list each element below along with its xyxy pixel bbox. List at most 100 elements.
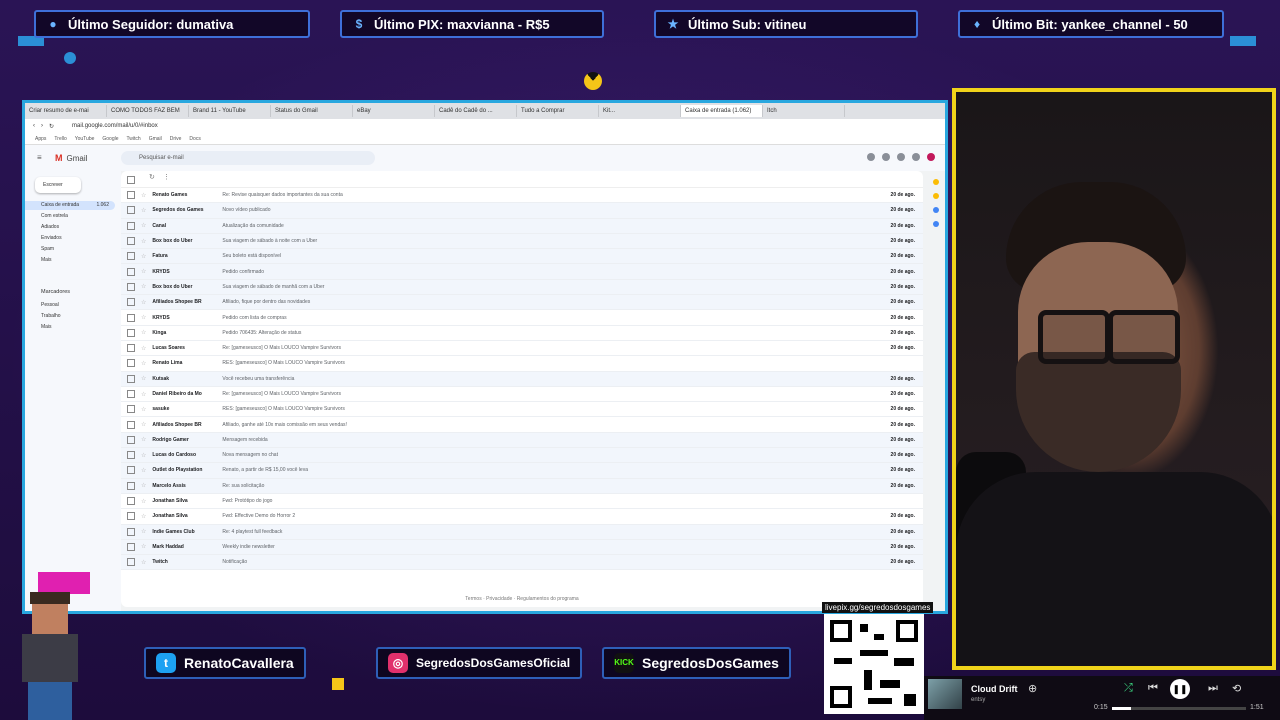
- table-row[interactable]: ☆ Box box do Uber Sua viagem de sábado de …: [121, 279, 923, 296]
- reload-icon[interactable]: ↻: [49, 123, 54, 130]
- table-row[interactable]: ☆ Twitch Notificação 20 de ago.: [121, 555, 923, 571]
- row-checkbox[interactable]: [127, 221, 135, 230]
- row-checkbox[interactable]: [127, 359, 135, 368]
- forward-icon[interactable]: ›: [41, 123, 43, 129]
- next-icon[interactable]: ⏭: [1208, 682, 1218, 695]
- row-checkbox[interactable]: [127, 328, 135, 337]
- table-row[interactable]: ☆ Lucas Soares Re: [gameseusco] O Mais LOU…: [121, 341, 923, 357]
- browser-tab[interactable]: Brand 11 - YouTube: [189, 105, 271, 117]
- compose-button[interactable]: Escrever: [35, 177, 81, 193]
- table-row[interactable]: ☆ Renato Games Re: Revise quaisquer dados …: [121, 188, 923, 204]
- previous-icon[interactable]: ⏮: [1148, 682, 1158, 695]
- star-icon[interactable]: ☆: [141, 543, 146, 550]
- table-row[interactable]: ☆ Fatura Seu boleto está disponível 20 de a…: [121, 249, 923, 265]
- row-checkbox[interactable]: [127, 282, 135, 291]
- row-checkbox[interactable]: [127, 298, 135, 307]
- row-checkbox[interactable]: [127, 313, 135, 322]
- browser-tab[interactable]: Status do Gmail: [271, 105, 353, 117]
- star-icon[interactable]: ☆: [141, 559, 146, 566]
- row-checkbox[interactable]: [127, 420, 135, 429]
- table-row[interactable]: ☆ Lucas do Cardoso Nova mensagem no chat 20…: [121, 448, 923, 464]
- sidebar-label[interactable]: Trabalho: [25, 312, 115, 321]
- row-checkbox[interactable]: [127, 558, 135, 567]
- row-checkbox[interactable]: [127, 191, 135, 200]
- shuffle-icon[interactable]: ⤮: [1124, 682, 1133, 695]
- row-checkbox[interactable]: [127, 481, 135, 490]
- star-icon[interactable]: ☆: [141, 283, 146, 290]
- table-row[interactable]: ☆ Kutsak Você recebeu uma transferência 20 …: [121, 371, 923, 387]
- sidebar-item-starred[interactable]: Com estrela: [25, 212, 115, 221]
- bookmark-item[interactable]: Apps: [35, 136, 46, 142]
- sidebar-label[interactable]: Pessoal: [25, 301, 115, 310]
- gmail-logo[interactable]: M Gmail: [55, 153, 87, 163]
- help-icon[interactable]: [867, 153, 875, 161]
- bookmark-item[interactable]: YouTube: [75, 136, 95, 142]
- sidebar-item-spam[interactable]: Spam: [25, 245, 115, 254]
- star-icon[interactable]: ☆: [141, 222, 146, 229]
- table-row[interactable]: ☆ KRYDS Pedido com lista de compras 20 de a…: [121, 310, 923, 326]
- bookmark-item[interactable]: Twitch: [127, 136, 141, 142]
- row-checkbox[interactable]: [127, 451, 135, 460]
- star-icon[interactable]: ☆: [141, 207, 146, 214]
- url-text[interactable]: mail.google.com/mail/u/0/#inbox: [72, 123, 158, 129]
- star-icon[interactable]: ☆: [141, 391, 146, 398]
- table-row[interactable]: ☆ Afiliados Shopee BR Afiliado, ganhe até …: [121, 417, 923, 433]
- avatar[interactable]: [927, 153, 935, 161]
- row-checkbox[interactable]: [127, 344, 135, 353]
- sidebar-item-more[interactable]: Mais: [25, 256, 115, 265]
- row-checkbox[interactable]: [127, 252, 135, 261]
- star-icon[interactable]: ☆: [141, 268, 146, 275]
- star-icon[interactable]: ☆: [141, 421, 146, 428]
- browser-tab[interactable]: Cadê do Cadê do ...: [435, 105, 517, 117]
- star-icon[interactable]: ☆: [141, 452, 146, 459]
- star-icon[interactable]: ☆: [141, 375, 146, 382]
- table-row[interactable]: ☆ Box box do Uber Sua viagem de sábado à n…: [121, 233, 923, 250]
- row-checkbox[interactable]: [127, 206, 135, 215]
- sidebar-item-snoozed[interactable]: Adiados: [25, 223, 115, 232]
- address-bar[interactable]: ‹ › ↻ mail.google.com/mail/u/0/#inbox: [25, 119, 945, 133]
- table-row[interactable]: ☆ Afiliados Shopee BR Afiliado, fique por …: [121, 295, 923, 311]
- browser-tab[interactable]: Tudo a Comprar: [517, 105, 599, 117]
- progress-bar[interactable]: [1112, 707, 1246, 710]
- star-icon[interactable]: ☆: [141, 253, 146, 260]
- row-checkbox[interactable]: [127, 267, 135, 276]
- table-row[interactable]: ☆ sasuke RES: [gameseusco] O Mais LOUCO Va…: [121, 402, 923, 418]
- table-row[interactable]: ☆ Renato Lima RES: [gameseusco] O Mais LOU…: [121, 356, 923, 372]
- table-row[interactable]: ☆ Mark Haddad Weekly indie newsletter 20 de…: [121, 539, 923, 556]
- back-icon[interactable]: ‹: [33, 123, 35, 129]
- table-row[interactable]: ☆ Rodrigo Gamer Mensagem recebida 20 de ago…: [121, 432, 923, 449]
- bookmark-item[interactable]: Gmail: [149, 136, 162, 142]
- more-icon[interactable]: ⋮: [163, 173, 170, 181]
- row-checkbox[interactable]: [127, 374, 135, 383]
- star-icon[interactable]: ☆: [141, 436, 146, 443]
- browser-tab[interactable]: Criar resumo de e-mai: [25, 105, 107, 117]
- bookmark-item[interactable]: Docs: [189, 136, 200, 142]
- row-checkbox[interactable]: [127, 237, 135, 246]
- table-row[interactable]: ☆ Kinga Pedido 706435: Alteração de status…: [121, 326, 923, 341]
- add-icon[interactable]: ⊕: [1028, 682, 1037, 695]
- sidebar-label[interactable]: Mais: [25, 323, 115, 332]
- star-icon[interactable]: ☆: [141, 192, 146, 199]
- row-checkbox[interactable]: [127, 542, 135, 551]
- table-row[interactable]: ☆ Indie Games Club Re: 4 playtest full fee…: [121, 524, 923, 540]
- menu-icon[interactable]: ≡: [37, 153, 42, 162]
- row-checkbox[interactable]: [127, 390, 135, 398]
- row-checkbox[interactable]: [127, 512, 135, 521]
- sidebar-item-inbox[interactable]: Caixa de entrada 1.062: [25, 201, 115, 210]
- browser-tab[interactable]: Itch: [763, 105, 845, 117]
- table-row[interactable]: ☆ Segredos dos Games Novo vídeo publicado 2…: [121, 203, 923, 219]
- refresh-icon[interactable]: ↻: [149, 173, 155, 181]
- table-row[interactable]: ☆ Jonathan Silva Fwd: Protótipo do jogo: [121, 494, 923, 510]
- star-icon[interactable]: ☆: [141, 482, 146, 489]
- keep-icon[interactable]: [933, 193, 939, 199]
- star-icon[interactable]: ☆: [141, 299, 146, 306]
- row-checkbox[interactable]: [127, 405, 135, 414]
- star-icon[interactable]: ☆: [141, 467, 146, 474]
- star-icon[interactable]: ☆: [141, 406, 146, 413]
- pause-button[interactable]: ❚❚: [1170, 679, 1190, 699]
- browser-tab[interactable]: COMO TODOS FAZ BEM: [107, 105, 189, 117]
- sidebar-item-sent[interactable]: Enviados: [25, 234, 115, 243]
- star-icon[interactable]: ☆: [141, 238, 146, 245]
- table-row[interactable]: ☆ Marcelo Assis Re: sua solicitação 20 de a…: [121, 478, 923, 494]
- table-row[interactable]: ☆ Daniel Ribeiro da Mo Re: [gameseusco] O …: [121, 387, 923, 403]
